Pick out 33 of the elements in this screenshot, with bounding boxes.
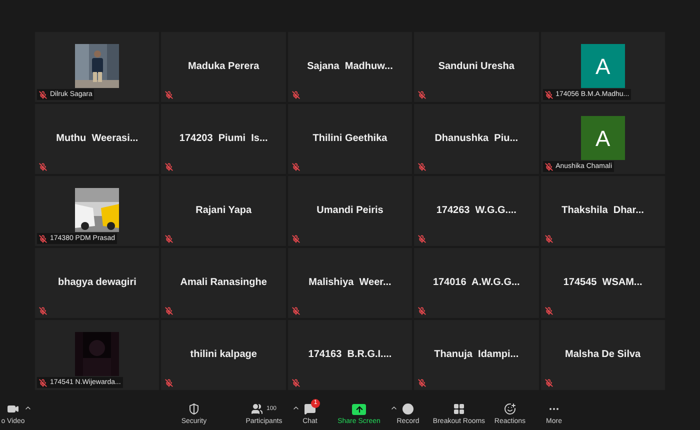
avatar: A: [580, 116, 625, 160]
participant-name: 174203 Piumi Is...: [179, 132, 268, 146]
chat-bubble-icon: [304, 403, 316, 415]
participant-name: Malishiya Weer...: [308, 276, 392, 290]
participant-name: Sanduni Uresha: [438, 60, 514, 74]
smiley-icon: [504, 403, 516, 415]
caret-icon[interactable]: [292, 404, 300, 412]
participant-name: Thakshila Dhar...: [562, 204, 644, 218]
caret-icon[interactable]: [390, 404, 398, 412]
video-camera-icon: [7, 403, 19, 415]
share-screen-icon: [352, 404, 366, 414]
participant-name: Thanuja Idampi...: [434, 348, 519, 362]
participant-name: Dhanushka Piu...: [434, 132, 518, 146]
participant-name: 174016 A.W.G.G...: [432, 276, 520, 290]
participant-name: Maduka Perera: [188, 60, 260, 74]
participant-name: Rajani Yapa: [196, 204, 252, 218]
participant-name: bhagya dewagiri: [58, 276, 136, 290]
participant-name: 174163 B.R.G.I....: [308, 348, 392, 362]
participant-name: thilini kalpage: [190, 348, 257, 362]
avatar: A: [580, 44, 625, 88]
shield-icon: [188, 403, 200, 415]
caret-icon[interactable]: [24, 404, 32, 412]
participant-name: Thilini Geethika: [312, 132, 388, 146]
participant-name: 174263 W.G.G....: [436, 204, 516, 218]
participant-name: Amali Ranasinghe: [180, 276, 267, 290]
people-icon: [251, 403, 264, 415]
record-icon: [402, 403, 414, 415]
participant-name: Muthu Weerasi...: [56, 132, 138, 146]
participant-name: 174545 WSAM...: [563, 276, 642, 290]
grid-icon: [453, 403, 465, 415]
participant-name: Sajana Madhuw...: [307, 60, 393, 74]
participant-name: Umandi Peiris: [316, 204, 384, 218]
participant-name: Malsha De Silva: [565, 348, 641, 362]
